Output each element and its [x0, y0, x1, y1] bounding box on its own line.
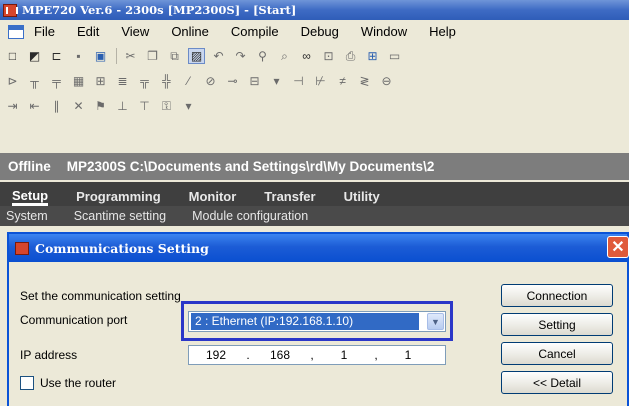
ladder-coil-icon[interactable]: ╤	[48, 73, 65, 89]
delete-comment-icon[interactable]: ✕	[70, 98, 87, 114]
tab-setup[interactable]: Setup	[12, 188, 49, 206]
app-icon[interactable]	[3, 3, 18, 17]
menu-compile[interactable]: Compile	[231, 24, 279, 39]
title-bar: MPE720 Ver.6 - 2300s [MP2300S] - [Start]	[0, 0, 629, 20]
edit-toolbar: ⇥ ⇤ ∥ ✕ ⚑ ⊥ ⊤ ⚿ ▾	[0, 95, 629, 117]
close-icon[interactable]: ✕	[607, 236, 629, 258]
ladder-toolbar: ⊳ ╥ ╤ ▦ ⊞ ≣ ╦ ╬ ⁄ ⊘ ⊸ ⊟ ▾ ⊣ ⊬ ≠ ≷ ⊖	[0, 70, 629, 92]
find-replace-icon[interactable]: ⌕	[276, 48, 293, 64]
launcher-nav: Setup Programming Monitor Transfer Utili…	[0, 182, 629, 226]
menu-view[interactable]: View	[121, 24, 149, 39]
ip-dot: ,	[310, 348, 314, 362]
subnav-scantime-setting[interactable]: Scantime setting	[74, 209, 166, 223]
ip-octet-3[interactable]: 1	[317, 348, 371, 362]
tab-monitor[interactable]: Monitor	[189, 189, 237, 206]
dialog-app-icon	[15, 241, 29, 255]
toolbar-separator	[116, 48, 117, 64]
save-icon[interactable]: ▪	[70, 48, 87, 64]
menu-window[interactable]: Window	[361, 24, 407, 39]
menu-file[interactable]: File	[34, 24, 55, 39]
project-path: MP2300S C:\Documents and Settings\rd\My …	[66, 159, 435, 174]
standard-toolbar: □ ◩ ⊏ ▪ ▣ ✂ ❐ ⧉ ▨ ↶ ↷ ⚲ ⌕ ∞ ⊡ ⎙ ⊞ ▭	[0, 45, 629, 67]
dialog-title-bar: Communications Setting	[9, 234, 627, 262]
ip-address-field[interactable]: 192 . 168 , 1 , 1	[188, 345, 446, 365]
ladder-block-icon[interactable]: ⊟	[246, 73, 263, 89]
ip-address-label: IP address	[20, 348, 78, 362]
rung-b-icon[interactable]: ⊬	[312, 73, 329, 89]
menu-debug[interactable]: Debug	[301, 24, 339, 39]
open-icon[interactable]: ◩	[26, 48, 43, 64]
communication-port-value: 2 : Ethernet (IP:192.168.1.10)	[191, 313, 419, 330]
use-router-checkbox[interactable]	[20, 376, 34, 390]
detail-button[interactable]: << Detail	[501, 371, 613, 394]
communications-setting-dialog: Communications Setting ✕ Set the communi…	[7, 232, 629, 406]
connection-button[interactable]: Connection	[501, 284, 613, 307]
undo-icon[interactable]: ↶	[210, 48, 227, 64]
ladder-mid-icon[interactable]: ╬	[158, 73, 175, 89]
ip-octet-1[interactable]: 192	[189, 348, 243, 362]
subnav-module-configuration[interactable]: Module configuration	[192, 209, 308, 223]
ladder-line-icon[interactable]: ⁄	[180, 73, 197, 89]
ladder-compare-icon[interactable]: ≣	[114, 73, 131, 89]
ip-dot: .	[246, 348, 250, 362]
paste-icon[interactable]: ⧉	[166, 48, 183, 64]
communication-port-select[interactable]: 2 : Ethernet (IP:192.168.1.10) ▼	[188, 311, 446, 332]
ladder-nc-icon[interactable]: ╥	[26, 73, 43, 89]
menu-help[interactable]: Help	[429, 24, 456, 39]
window-title: MPE720 Ver.6 - 2300s [MP2300S] - [Start]	[22, 3, 297, 17]
ip-octet-2[interactable]: 168	[253, 348, 307, 362]
open-folder-icon[interactable]: ⊏	[48, 48, 65, 64]
menu-online[interactable]: Online	[171, 24, 209, 39]
dialog-title: Communications Setting	[35, 240, 209, 256]
ladder-branch-icon[interactable]: ╦	[136, 73, 153, 89]
menu-bar: File Edit View Online Compile Debug Wind…	[0, 21, 629, 42]
help-ext-icon[interactable]: ⚿	[158, 98, 175, 114]
ladder-dropdown-icon[interactable]: ▾	[268, 73, 285, 89]
use-router-label[interactable]: Use the router	[40, 376, 116, 390]
ladder-func-icon[interactable]: ⊞	[92, 73, 109, 89]
tab-utility[interactable]: Utility	[344, 189, 380, 206]
document-icon[interactable]	[8, 24, 24, 39]
cut-icon[interactable]: ✂	[122, 48, 139, 64]
new-icon[interactable]: □	[4, 48, 21, 64]
dropdown-icon[interactable]: ▾	[180, 98, 197, 114]
find-icon[interactable]: ⚲	[254, 48, 271, 64]
rung-c-icon[interactable]: ≠	[334, 73, 351, 89]
ladder-link-icon[interactable]: ⊸	[224, 73, 241, 89]
chevron-down-icon[interactable]: ▼	[427, 313, 444, 330]
print-icon[interactable]: ⎙	[342, 48, 359, 64]
save-all-icon[interactable]: ▣	[92, 48, 109, 64]
communication-port-label: Communication port	[20, 313, 128, 327]
step-icon[interactable]: ⊥	[114, 98, 131, 114]
outdent-icon[interactable]: ⇤	[26, 98, 43, 114]
tab-programming[interactable]: Programming	[76, 189, 161, 206]
bookmark-icon[interactable]: ⚑	[92, 98, 109, 114]
rung-e-icon[interactable]: ⊖	[378, 73, 395, 89]
ladder-vline-icon[interactable]: ⊘	[202, 73, 219, 89]
indent-icon[interactable]: ⇥	[4, 98, 21, 114]
ladder-contact-icon[interactable]: ⊳	[4, 73, 21, 89]
connection-state: Offline	[8, 159, 51, 174]
set-communication-label: Set the communication setting	[20, 289, 181, 303]
menu-edit[interactable]: Edit	[77, 24, 99, 39]
binoculars-icon[interactable]: ∞	[298, 48, 315, 64]
print-preview-icon[interactable]: ⊞	[364, 48, 381, 64]
connection-status-bar: Offline MP2300S C:\Documents and Setting…	[0, 153, 629, 180]
ladder-box-icon[interactable]: ▦	[70, 73, 87, 89]
ip-dot: ,	[374, 348, 378, 362]
cancel-button[interactable]: Cancel	[501, 342, 613, 365]
window-icon[interactable]: ▭	[386, 48, 403, 64]
tab-transfer[interactable]: Transfer	[264, 189, 315, 206]
redo-icon[interactable]: ↷	[232, 48, 249, 64]
rung-d-icon[interactable]: ≷	[356, 73, 373, 89]
zoom-icon[interactable]: ⊡	[320, 48, 337, 64]
copy-icon[interactable]: ❐	[144, 48, 161, 64]
setting-button[interactable]: Setting	[501, 313, 613, 336]
subnav-system[interactable]: System	[6, 209, 48, 223]
chart-icon[interactable]: ⊤	[136, 98, 153, 114]
comment-icon[interactable]: ∥	[48, 98, 65, 114]
rung-a-icon[interactable]: ⊣	[290, 73, 307, 89]
ip-octet-4[interactable]: 1	[381, 348, 435, 362]
image-icon[interactable]: ▨	[188, 48, 205, 64]
